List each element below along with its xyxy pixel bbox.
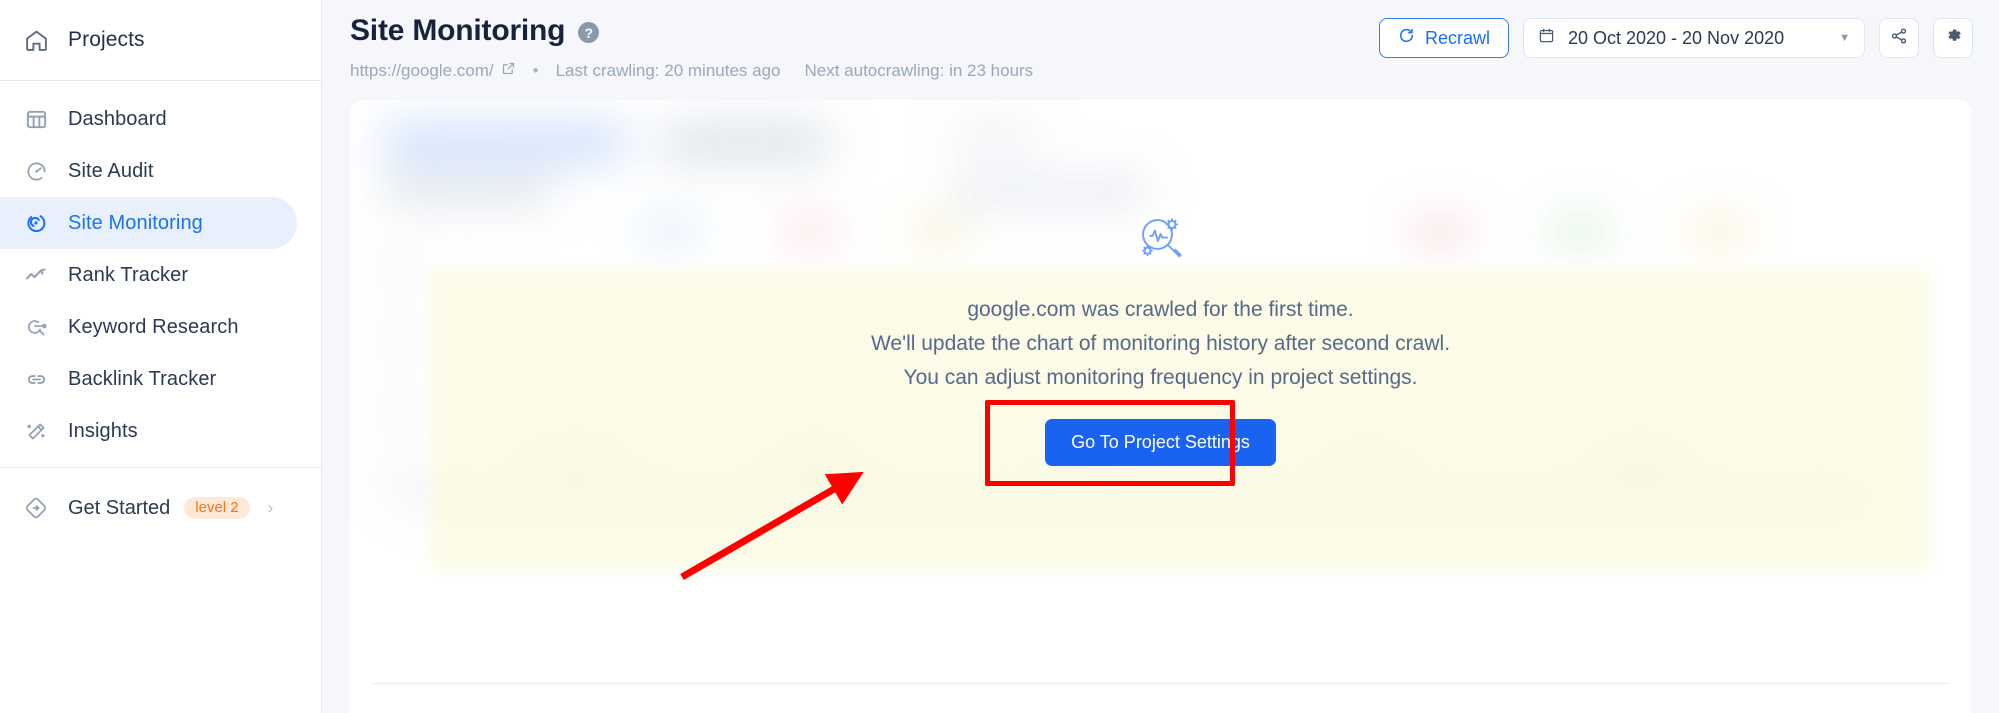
sidebar-item-label: Insights: [68, 419, 138, 442]
go-to-project-settings-button[interactable]: Go To Project Settings: [1045, 419, 1276, 466]
cta-wrapper: Go To Project Settings: [985, 400, 1276, 486]
settings-button[interactable]: [1933, 18, 1973, 58]
monitoring-card: google.com was crawled for the first tim…: [350, 100, 1971, 713]
card-bottom-divider: [372, 683, 1949, 684]
level-badge: level 2: [184, 497, 250, 519]
external-link-icon: [501, 61, 516, 81]
get-started-section: Get Started level 2 ›: [0, 468, 321, 534]
link-icon: [22, 368, 50, 391]
sidebar-item-rank-tracker[interactable]: Rank Tracker: [0, 249, 297, 301]
chevron-down-icon[interactable]: ▼: [1839, 32, 1850, 44]
recrawl-label: Recrawl: [1424, 27, 1490, 48]
sidebar: Projects Dashboard Site Audit Site Monit…: [0, 0, 322, 713]
home-icon: [22, 28, 50, 53]
help-circle-icon[interactable]: ?: [578, 22, 600, 43]
project-url-text: https://google.com/: [350, 61, 494, 80]
page-subheader: https://google.com/ • Last crawling: 20 …: [350, 61, 1379, 81]
page-header: Site Monitoring ? https://google.com/ • …: [322, 0, 1999, 96]
monitoring-magnifier-icon: [1133, 210, 1189, 271]
project-url-link[interactable]: https://google.com/: [350, 61, 516, 81]
sidebar-item-site-monitoring[interactable]: Site Monitoring: [0, 197, 297, 249]
empty-state-line-3: You can adjust monitoring frequency in p…: [903, 366, 1418, 389]
sidebar-item-label: Rank Tracker: [68, 263, 189, 286]
calendar-icon: [1538, 27, 1555, 49]
sidebar-item-dashboard[interactable]: Dashboard: [0, 93, 297, 145]
sidebar-item-projects[interactable]: Projects: [0, 0, 321, 80]
header-actions: Recrawl 20 Oct 2020 - 20 Nov 2020 ▼: [1378, 14, 1973, 58]
dashboard-icon: [22, 108, 50, 131]
recrawl-button[interactable]: Recrawl: [1378, 18, 1509, 58]
trend-line-icon: [22, 263, 50, 287]
get-started-label: Get Started: [68, 496, 171, 519]
empty-state: google.com was crawled for the first tim…: [350, 210, 1971, 486]
sidebar-item-label: Site Audit: [68, 159, 154, 182]
sidebar-item-insights[interactable]: Insights: [0, 405, 297, 457]
last-crawling-text: Last crawling: 20 minutes ago: [555, 61, 781, 80]
separator-dot: •: [532, 61, 539, 80]
refresh-icon: [1398, 27, 1415, 49]
share-icon: [1890, 27, 1908, 50]
sidebar-item-get-started[interactable]: Get Started level 2 ›: [0, 482, 321, 534]
gauge-icon: [22, 160, 50, 183]
sidebar-item-label: Site Monitoring: [68, 211, 203, 234]
rocket-diamond-icon: [22, 496, 50, 520]
key-search-icon: [22, 316, 50, 339]
empty-state-line-1: google.com was crawled for the first tim…: [967, 298, 1354, 321]
sidebar-item-site-audit[interactable]: Site Audit: [0, 145, 297, 197]
title-row: Site Monitoring ?: [350, 14, 1379, 48]
date-range-picker[interactable]: 20 Oct 2020 - 20 Nov 2020 ▼: [1522, 18, 1865, 58]
radar-icon: [22, 211, 50, 235]
next-autocrawling-text: Next autocrawling: in 23 hours: [804, 61, 1034, 80]
page-title: Site Monitoring: [350, 14, 566, 47]
date-range-value: 20 Oct 2020 - 20 Nov 2020: [1567, 27, 1785, 48]
gear-icon: [1944, 26, 1963, 50]
sidebar-item-backlink-tracker[interactable]: Backlink Tracker: [0, 353, 297, 405]
share-button[interactable]: [1879, 18, 1919, 58]
sidebar-item-label: Keyword Research: [68, 315, 239, 338]
main-content: Site Monitoring ? https://google.com/ • …: [322, 0, 1999, 713]
sidebar-item-keyword-research[interactable]: Keyword Research: [0, 301, 297, 353]
sidebar-item-label: Projects: [68, 28, 145, 51]
title-block: Site Monitoring ? https://google.com/ • …: [350, 14, 1379, 81]
magic-wand-icon: [22, 420, 50, 443]
empty-state-line-2: We'll update the chart of monitoring his…: [870, 332, 1451, 355]
sidebar-nav: Dashboard Site Audit Site Monitoring Ran…: [0, 81, 321, 467]
sidebar-item-label: Dashboard: [68, 107, 167, 130]
app-root: Projects Dashboard Site Audit Site Monit…: [0, 0, 1999, 713]
sidebar-item-label: Backlink Tracker: [68, 367, 217, 390]
chevron-right-icon[interactable]: ›: [268, 498, 274, 518]
